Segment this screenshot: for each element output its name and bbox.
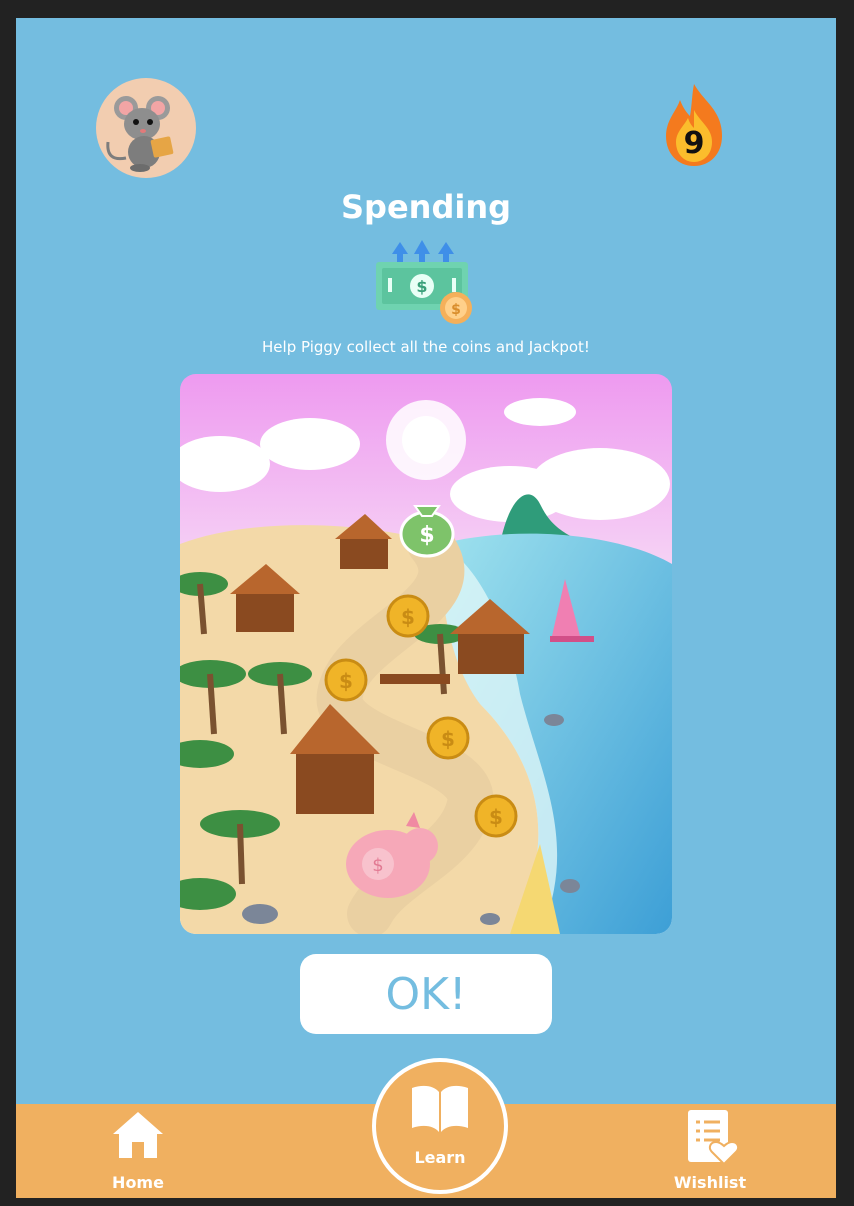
ok-button[interactable]: OK! [300,954,552,1034]
money-upload-icon: $ $ [376,240,472,324]
game-level-map: $ $ $ $ $ $ [180,374,672,934]
coin-icon: $ [474,794,518,838]
nav-wishlist-label: Wishlist [673,1173,747,1192]
nav-home-label: Home [112,1173,164,1192]
app-screen: 9 Spending $ $ Help Piggy collect all th… [16,18,836,1198]
svg-text:$: $ [339,669,353,693]
coin-icon: $ [426,716,470,760]
svg-text:$: $ [401,605,415,629]
instructions-text: Help Piggy collect all the coins and Jac… [262,338,590,356]
nav-wishlist[interactable]: Wishlist [666,1104,754,1198]
svg-text:$: $ [451,302,461,318]
svg-text:$: $ [372,855,383,876]
svg-text:$: $ [419,523,434,548]
nav-home[interactable]: Home [98,1104,178,1198]
coin-icon: $ [386,594,430,638]
home-icon [113,1112,163,1158]
profile-avatar[interactable] [96,78,196,178]
nav-learn-label: Learn [414,1148,466,1167]
wishlist-icon [688,1110,738,1166]
coin-icon: $ [324,658,368,702]
svg-text:$: $ [489,805,503,829]
svg-text:$: $ [416,277,427,296]
beach-scene-image: $ $ $ $ $ $ [180,374,672,934]
mouse-icon [106,96,174,172]
streak-count: 9 [683,126,705,161]
svg-text:$: $ [441,727,455,751]
book-icon [412,1085,468,1132]
streak-badge: 9 [656,80,732,170]
page-title: Spending [341,188,511,226]
nav-learn-button[interactable]: Learn [372,1058,508,1194]
